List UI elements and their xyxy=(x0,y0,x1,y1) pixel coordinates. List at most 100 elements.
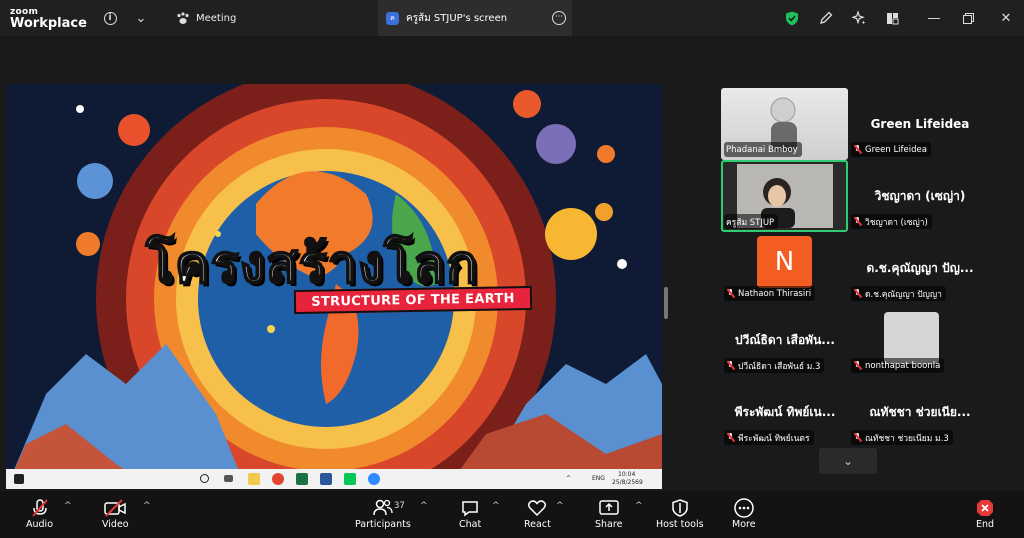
chevron-down-icon: ⌄ xyxy=(135,10,147,26)
share-button[interactable]: Share xyxy=(595,497,622,530)
participant-name-label: Phadanai Bmboy xyxy=(724,142,802,157)
participant-name: พีระพัฒน์ ทิพย์เนตร xyxy=(738,433,810,444)
more-label: More xyxy=(732,519,756,530)
zoom-app-icon xyxy=(368,473,380,485)
share-options-caret[interactable]: ^ xyxy=(635,501,643,511)
participant-tile[interactable]: พีระพัฒน์ ทิพย์เน... พีระพัฒน์ ทิพย์เนตร xyxy=(721,376,848,448)
participant-tile[interactable]: ด.ช.คุณัญญา ปัญ... ด.ช.คุณัญญา ปัญญา xyxy=(848,232,975,304)
slide-subtitle: STRUCTURE OF THE EARTH xyxy=(293,285,533,315)
minimize-button[interactable]: — xyxy=(924,8,944,28)
zoom-logo: zoom Workplace xyxy=(10,6,87,30)
avatar: N xyxy=(757,236,812,288)
chat-button[interactable]: Chat xyxy=(459,497,481,530)
file-explorer-icon xyxy=(248,473,260,485)
audio-label: Audio xyxy=(26,519,54,530)
participant-name: ปวีณ์ธิดา เสือพันธ์ ม.3 xyxy=(738,361,821,372)
logo-line-2: Workplace xyxy=(10,16,87,31)
participant-name: ณทัชชา ช่วยเนียม ม.3 xyxy=(865,433,949,444)
more-icon xyxy=(733,497,755,519)
audio-button[interactable]: Audio xyxy=(26,497,53,530)
restore-button[interactable] xyxy=(958,8,978,28)
title-bar: zoom Workplace i ⌄ Meeting ค ครูส้ม STJU… xyxy=(0,0,1024,36)
participant-name-label: Green Lifeidea xyxy=(851,142,931,157)
mic-muted-icon xyxy=(726,289,735,298)
react-options-caret[interactable]: ^ xyxy=(556,501,564,511)
info-icon: i xyxy=(103,11,117,25)
layout-button[interactable] xyxy=(882,8,902,28)
taskbar-time: 10:04 xyxy=(618,471,636,478)
participant-tile[interactable]: N Nathaon Thirasiri xyxy=(721,232,848,304)
participant-tile[interactable]: Green Lifeidea Green Lifeidea xyxy=(848,88,975,160)
more-button[interactable]: More xyxy=(732,497,756,530)
close-button[interactable]: ✕ xyxy=(996,8,1016,28)
tab-meeting[interactable]: Meeting xyxy=(176,8,236,28)
split-resize-handle[interactable] xyxy=(664,287,668,319)
mic-muted-icon xyxy=(853,361,862,370)
participant-name: ด.ช.คุณัญญา ปัญญา xyxy=(865,289,942,300)
tab-meeting-label: Meeting xyxy=(196,12,237,24)
shared-screen[interactable]: โครงสร้างโลก STRUCTURE OF THE EARTH ^ EN… xyxy=(6,84,662,489)
end-label: End xyxy=(975,519,995,530)
participants-icon xyxy=(372,497,394,519)
annotate-button[interactable] xyxy=(816,8,836,28)
react-button[interactable]: React xyxy=(524,497,551,530)
minimize-icon: — xyxy=(927,10,941,26)
more-options-icon[interactable]: ··· xyxy=(552,11,566,25)
end-icon xyxy=(975,497,995,519)
chevron-down-icon: ⌄ xyxy=(842,454,854,468)
chat-options-caret[interactable]: ^ xyxy=(492,501,500,511)
gallery-next-page-button[interactable]: ⌄ xyxy=(819,448,877,474)
pen-icon xyxy=(820,11,833,24)
participant-name: Nathaon Thirasiri xyxy=(738,288,812,299)
participant-tile[interactable]: nonthapat boonla xyxy=(848,304,975,376)
sharer-badge: ค xyxy=(386,11,399,25)
participants-options-caret[interactable]: ^ xyxy=(420,501,428,511)
security-indicator[interactable] xyxy=(782,8,802,28)
view-options-button[interactable]: ⌄ xyxy=(131,8,151,28)
tab-shared-screen-label: ครูส้ม STJUP's screen xyxy=(406,12,508,24)
heart-icon xyxy=(527,497,547,519)
host-tools-button[interactable]: Host tools xyxy=(656,497,704,530)
participant-tile[interactable]: Phadanai Bmboy xyxy=(721,88,848,160)
participant-tile[interactable]: ปวีณ์ธิดา เสือพัน... ปวีณ์ธิดา เสือพันธ์… xyxy=(721,304,848,376)
chat-label: Chat xyxy=(459,519,482,530)
mic-muted-icon xyxy=(726,361,735,370)
shared-screen-area: โครงสร้างโลก STRUCTURE OF THE EARTH ^ EN… xyxy=(0,36,690,491)
mic-muted-icon xyxy=(853,145,862,154)
participant-name-label: ปวีณ์ธิดา เสือพันธ์ ม.3 xyxy=(724,358,825,373)
participants-label: Participants xyxy=(355,519,411,530)
mic-muted-icon xyxy=(30,497,50,519)
end-meeting-button[interactable]: End xyxy=(975,497,995,530)
participant-tile[interactable]: วิชญาดา (เซญ่า) วิชญาดา (เซญ่า) xyxy=(848,160,975,232)
share-screen-icon xyxy=(598,497,620,519)
meeting-info-button[interactable]: i xyxy=(100,8,120,28)
participant-tile[interactable]: ณทัชชา ช่วยเนีย... ณทัชชา ช่วยเนียม ม.3 xyxy=(848,376,975,448)
participant-name: ครูส้ม STJUP xyxy=(726,217,775,228)
mic-muted-icon xyxy=(853,217,862,226)
windows-start-icon xyxy=(14,474,24,484)
participant-name: Phadanai Bmboy xyxy=(726,144,798,155)
participant-name: วิชญาดา (เซญ่า) xyxy=(865,217,928,228)
task-view-icon xyxy=(224,475,233,482)
video-label: Video xyxy=(102,519,129,530)
participant-name-label: พีระพัฒน์ ทิพย์เนตร xyxy=(724,430,814,445)
audio-options-caret[interactable]: ^ xyxy=(64,501,72,511)
video-button[interactable]: Video xyxy=(102,497,129,530)
participant-tile-active-speaker[interactable]: ครูส้ม STJUP xyxy=(721,160,848,232)
chat-icon xyxy=(460,497,480,519)
avatar xyxy=(884,312,939,364)
search-icon xyxy=(200,474,209,483)
paw-icon xyxy=(177,11,189,24)
shield-icon xyxy=(671,497,689,519)
react-label: React xyxy=(524,519,551,530)
tab-shared-screen[interactable]: ค ครูส้ม STJUP's screen ··· xyxy=(378,0,572,36)
line-icon xyxy=(344,473,356,485)
taskbar-date: 25/8/2569 xyxy=(612,479,643,486)
participant-name-label: nonthapat boonla xyxy=(851,358,945,373)
ai-companion-button[interactable] xyxy=(849,8,869,28)
chrome-icon xyxy=(272,473,284,485)
shield-icon xyxy=(786,11,798,25)
layout-icon xyxy=(886,12,898,24)
participant-name-label: ณทัชชา ช่วยเนียม ม.3 xyxy=(851,430,953,445)
video-options-caret[interactable]: ^ xyxy=(143,501,151,511)
